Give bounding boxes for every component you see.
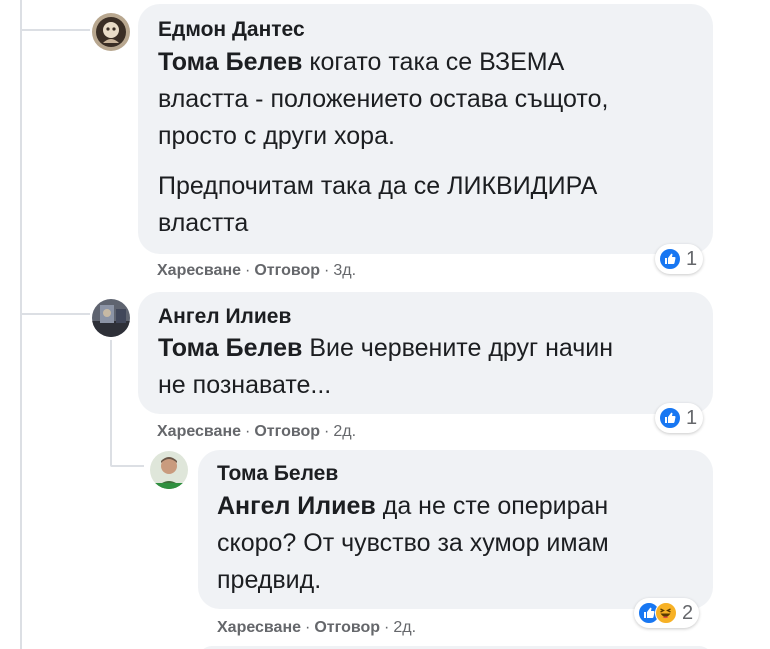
avatar[interactable] (92, 299, 130, 337)
comment-text: Тома Белев когато така се ВЗЕМА властта … (158, 44, 703, 242)
separator: · (245, 423, 251, 440)
thread-connector (20, 313, 90, 315)
timestamp[interactable]: 3д. (333, 262, 356, 279)
separator: · (305, 619, 311, 636)
comment-line: Тома Белев когато така се ВЗЕМА (158, 44, 703, 81)
comment-line-text: Вие червените друг начин (309, 334, 614, 362)
reply-button[interactable]: Отговор (254, 262, 320, 279)
comment-bubble: Тома Белев Ангел Илиев да не сте оперира… (198, 450, 713, 609)
reaction-summary[interactable]: 2 (634, 598, 700, 628)
reaction-summary[interactable]: 1 (655, 403, 704, 433)
like-reaction-icon (659, 407, 681, 429)
reaction-count: 1 (686, 247, 698, 270)
thread-connector (110, 340, 112, 465)
separator: · (384, 619, 390, 636)
comment-author[interactable]: Тома Белев (217, 462, 338, 486)
comment-text: Тома Белев Вие червените друг начин не п… (158, 330, 703, 404)
comment-line: предвид. (217, 566, 322, 594)
avatar[interactable] (150, 451, 188, 489)
reply-button[interactable]: Отговор (314, 619, 380, 636)
like-button[interactable]: Харесване (157, 262, 241, 279)
comment-line: скоро? От чувство за хумор имам (217, 529, 609, 557)
comment-author[interactable]: Ангел Илиев (158, 305, 291, 329)
like-button[interactable]: Харесване (217, 619, 301, 636)
timestamp[interactable]: 2д. (393, 619, 416, 636)
mention-link[interactable]: Тома Белев (158, 48, 302, 76)
avatar-image (92, 13, 130, 51)
avatar[interactable] (92, 13, 130, 51)
comment-actions: Харесване · Отговор · 3д. (157, 262, 356, 280)
comment-line: властта - положението остава същото, (158, 85, 609, 113)
avatar-image (150, 451, 188, 489)
like-reaction-icon (659, 248, 681, 270)
comment-text: Ангел Илиев да не сте опериран скоро? От… (217, 488, 702, 599)
avatar-image (92, 299, 130, 337)
comment-line-text: когато така се ВЗЕМА (309, 48, 565, 76)
comment-line: Ангел Илиев да не сте опериран (217, 488, 702, 525)
reaction-count: 2 (682, 601, 694, 624)
comment-line: Тома Белев Вие червените друг начин (158, 330, 703, 367)
reply-button[interactable]: Отговор (254, 423, 320, 440)
haha-reaction-icon (655, 602, 677, 624)
separator: · (324, 423, 330, 440)
thread-connector (110, 465, 144, 467)
like-button[interactable]: Харесване (157, 423, 241, 440)
comment-line: просто с други хора. (158, 122, 395, 150)
comment-actions: Харесване · Отговор · 2д. (157, 423, 356, 441)
comment-line: Предпочитам така да се ЛИКВИДИРА (158, 172, 598, 200)
thread-connector (20, 0, 22, 649)
reaction-count: 1 (686, 406, 698, 429)
mention-link[interactable]: Тома Белев (158, 334, 302, 362)
separator: · (245, 262, 251, 279)
comment-author[interactable]: Едмон Дантес (158, 18, 305, 42)
thread-connector (20, 29, 90, 31)
comment-line: властта (158, 209, 249, 237)
reaction-summary[interactable]: 1 (655, 244, 704, 274)
comment-bubble: Едмон Дантес Тома Белев когато така се В… (138, 4, 713, 254)
comment-line: не познавате... (158, 371, 332, 399)
comment-actions: Харесване · Отговор · 2д. (217, 619, 416, 637)
comment-line-text: да не сте опериран (382, 492, 609, 520)
comment-bubble: Ангел Илиев Тома Белев Вие червените дру… (138, 292, 713, 414)
separator: · (324, 262, 330, 279)
timestamp[interactable]: 2д. (333, 423, 356, 440)
mention-link[interactable]: Ангел Илиев (217, 492, 376, 520)
